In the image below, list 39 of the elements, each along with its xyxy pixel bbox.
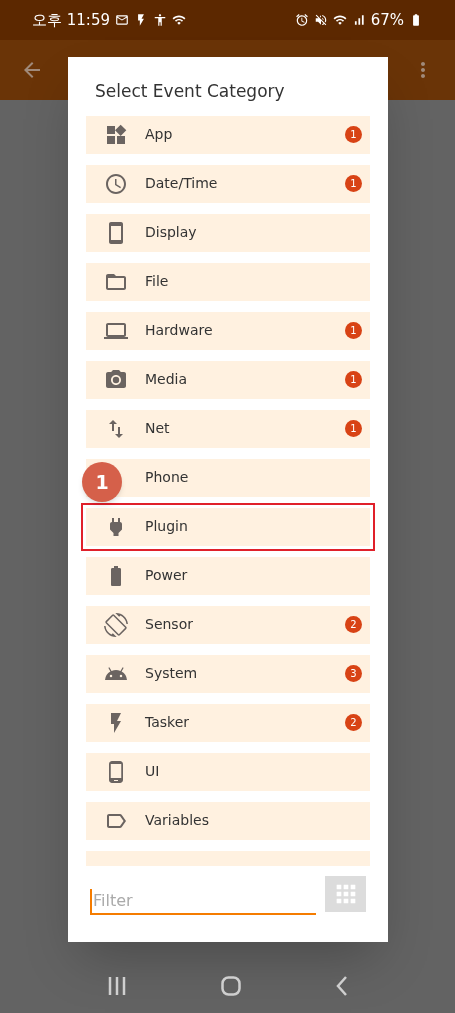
battery-percent: 67% [370, 9, 404, 31]
recent-apps-icon[interactable] [107, 975, 126, 996]
category-label: Display [145, 223, 197, 242]
count-badge: 1 [345, 126, 362, 143]
category-item[interactable]: Plugin [81, 502, 375, 551]
category-label: Date/Time [145, 174, 218, 193]
category-label: Phone [145, 468, 189, 487]
wifi-icon [172, 13, 186, 27]
mute-icon [313, 13, 328, 27]
category-label: Sensor [145, 615, 193, 634]
clock-icon [103, 171, 128, 196]
filter-field[interactable]: Filter [90, 889, 316, 915]
alarm-icon [294, 13, 309, 27]
category-label: Hardware [145, 321, 213, 340]
category-label: System [145, 664, 198, 683]
count-badge: 2 [345, 616, 362, 633]
back-icon[interactable] [335, 975, 348, 996]
mail-icon [115, 13, 129, 27]
count-badge: 1 [345, 175, 362, 192]
category-label: Tasker [145, 713, 190, 732]
category-label: File [145, 272, 169, 291]
count-badge: 1 [345, 371, 362, 388]
clock-time: 오후 11:59 [32, 9, 110, 31]
home-icon[interactable] [220, 975, 241, 996]
category-label: UI [145, 762, 160, 781]
category-label: Variables [145, 811, 209, 830]
dialog-title: Select Event Category [94, 80, 286, 103]
accessibility-icon [153, 13, 167, 27]
category-label: Plugin [145, 517, 188, 536]
wifi-icon [332, 13, 347, 27]
category-label: Power [145, 566, 188, 585]
count-badge: 2 [345, 714, 362, 731]
category-label: Media [145, 370, 188, 389]
rotation-icon [103, 612, 128, 637]
count-badge: 3 [345, 665, 362, 682]
count-badge: 1 [345, 420, 362, 437]
count-badge: 1 [345, 322, 362, 339]
category-label: Net [145, 419, 170, 438]
category-label: App [145, 125, 173, 144]
